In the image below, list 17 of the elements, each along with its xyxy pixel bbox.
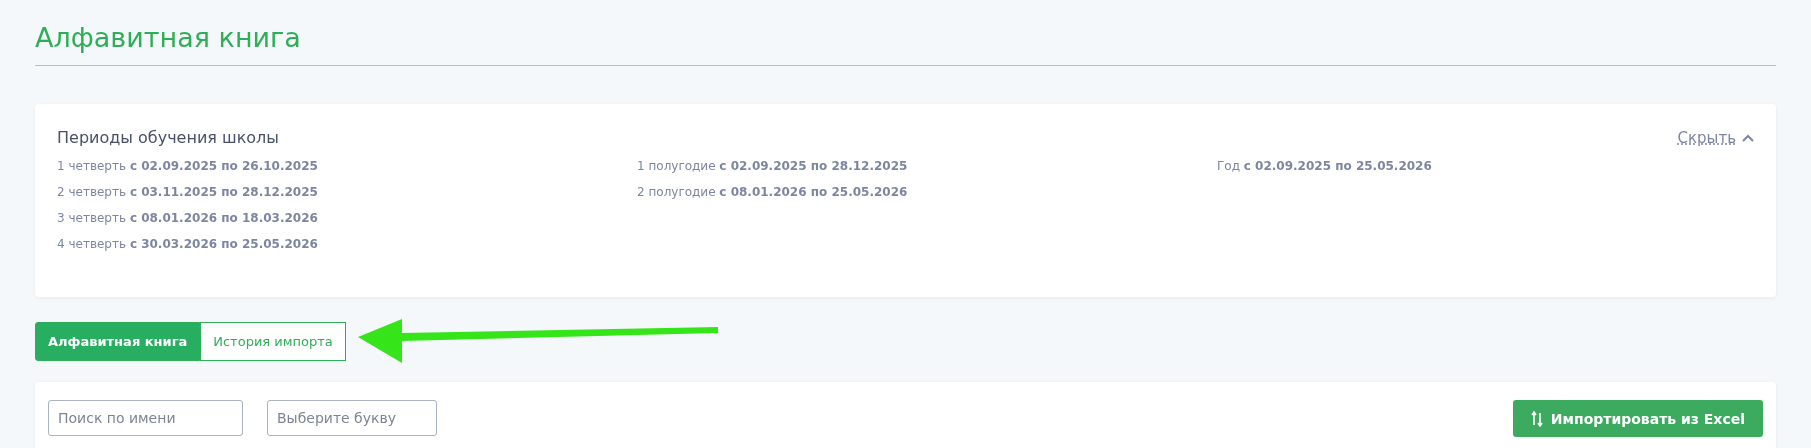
tab[interactable]: История импорта [200,321,346,361]
period-item: 4 четверть с 30.03.2026 по 25.05.2026 [57,236,319,253]
card-title: Периоды обучения школы [57,128,279,147]
period-item: 2 полугодие с 08.01.2026 по 25.05.2026 [637,184,909,201]
page-title: Алфавитная книга [35,22,301,53]
period-item: 3 четверть с 08.01.2026 по 18.03.2026 [57,210,319,227]
period-item: 1 четверть с 02.09.2025 по 26.10.2025 [57,158,319,175]
filter-field[interactable]: Поиск по имени [48,400,243,436]
filter-field[interactable]: Выберите букву [267,400,437,436]
tab[interactable]: Алфавитная книга [35,321,201,361]
period-item: Год с 02.09.2025 по 25.05.2026 [1217,158,1433,175]
period-item: 1 полугодие с 02.09.2025 по 28.12.2025 [637,158,909,175]
chevron-up-icon [1742,133,1754,142]
period-item: 2 четверть с 03.11.2025 по 28.12.2025 [57,184,319,201]
import-button[interactable]: Импортировать из Excel [1512,400,1763,437]
hide-link[interactable]: Скрыть [1677,128,1754,147]
swap-arrows-icon [1530,410,1543,427]
